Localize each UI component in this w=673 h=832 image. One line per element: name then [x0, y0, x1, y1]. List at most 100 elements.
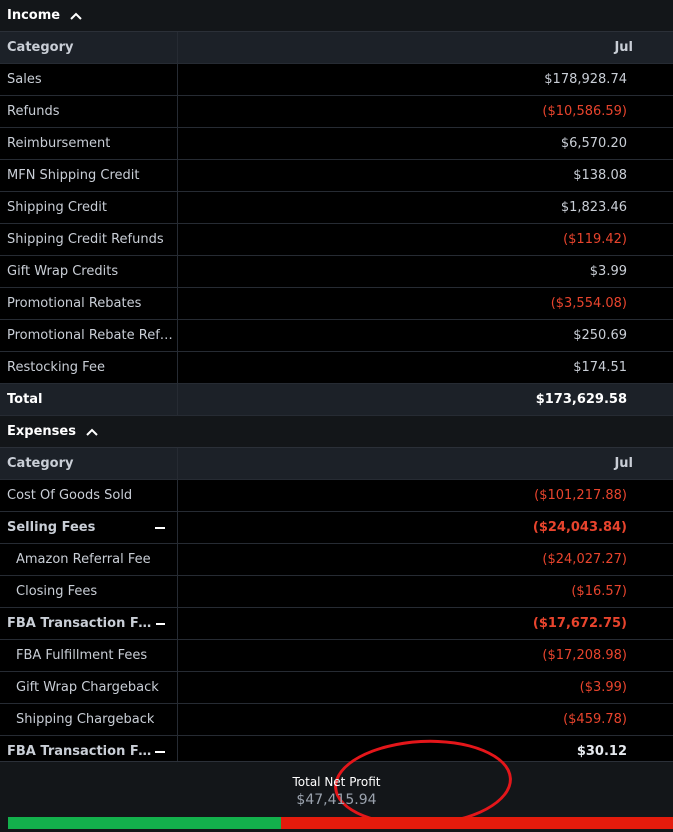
table-row: Promotional Rebate Refu... $250.69 — [0, 320, 673, 352]
amount-cell: ($24,027.27) — [542, 552, 627, 567]
amount-cell: ($119.42) — [563, 232, 627, 247]
table-row: Cost Of Goods Sold ($101,217.88) — [0, 480, 673, 512]
net-profit-label: Total Net Profit — [292, 775, 381, 789]
category-cell: Shipping Credit Refunds — [0, 224, 178, 255]
minus-icon[interactable] — [155, 750, 165, 753]
amount-cell: ($459.78) — [563, 712, 627, 727]
income-rows: Sales $178,928.74 Refunds ($10,586.59) Reimb… — [0, 64, 673, 384]
category-label: Cost Of Goods Sold — [7, 488, 133, 503]
category-label: FBA Transaction Fe... — [7, 744, 156, 759]
minus-icon[interactable] — [155, 622, 165, 625]
income-title: Income — [7, 8, 61, 23]
minus-icon[interactable] — [155, 526, 165, 529]
chevron-up-icon[interactable] — [86, 428, 98, 436]
amount-cell: ($10,586.59) — [542, 104, 627, 119]
category-cell: Gift Wrap Chargeback — [0, 672, 178, 703]
amount-cell: $1,823.46 — [560, 200, 627, 215]
category-label: Shipping Credit Refunds — [7, 232, 164, 247]
category-label: Refunds — [7, 104, 60, 119]
amount-cell: ($24,043.84) — [532, 520, 627, 535]
category-cell: FBA Transaction Fees — [0, 608, 178, 639]
table-row: Shipping Chargeback ($459.78) — [0, 704, 673, 736]
category-cell: Gift Wrap Credits — [0, 256, 178, 287]
table-row: MFN Shipping Credit $138.08 — [0, 160, 673, 192]
amount-cell: ($3,554.08) — [550, 296, 627, 311]
expense-rows: Cost Of Goods Sold ($101,217.88) Selling F… — [0, 480, 673, 768]
category-cell: Shipping Chargeback — [0, 704, 178, 735]
category-cell: Promotional Rebates — [0, 288, 178, 319]
expenses-section-header[interactable]: Expenses — [0, 416, 673, 448]
expenses-table-header: Category Jul — [0, 448, 673, 480]
column-header-jul[interactable]: Jul — [178, 448, 673, 479]
category-label: FBA Fulfillment Fees — [16, 648, 148, 663]
category-label: FBA Transaction Fees — [7, 616, 156, 631]
category-label: Amazon Referral Fee — [16, 552, 151, 567]
table-row: Shipping Credit Refunds ($119.42) — [0, 224, 673, 256]
expenses-title: Expenses — [7, 424, 76, 439]
table-row: Restocking Fee $174.51 — [0, 352, 673, 384]
income-total-label: Total — [0, 384, 178, 415]
category-label: Shipping Credit — [7, 200, 107, 215]
category-label: Selling Fees — [7, 520, 96, 535]
income-section: Income Category Jul Sales $178,928.74 Refu… — [0, 0, 673, 416]
category-cell: FBA Fulfillment Fees — [0, 640, 178, 671]
amount-cell: $178,928.74 — [544, 72, 627, 87]
income-table: Category Jul Sales $178,928.74 Refunds ($10… — [0, 32, 673, 416]
group-row[interactable]: FBA Transaction Fees ($17,672.75) — [0, 608, 673, 640]
category-label: Shipping Chargeback — [16, 712, 155, 727]
category-cell: Cost Of Goods Sold — [0, 480, 178, 511]
table-row: Refunds ($10,586.59) — [0, 96, 673, 128]
category-cell: MFN Shipping Credit — [0, 160, 178, 191]
category-label: MFN Shipping Credit — [7, 168, 140, 183]
category-cell: Promotional Rebate Refu... — [0, 320, 178, 351]
category-cell: Restocking Fee — [0, 352, 178, 383]
table-row: Promotional Rebates ($3,554.08) — [0, 288, 673, 320]
category-label: Promotional Rebate Refu... — [7, 328, 177, 343]
amount-cell: ($3.99) — [579, 680, 627, 695]
profit-bar-income — [8, 817, 281, 829]
net-profit-value: $47,415.94 — [296, 792, 377, 808]
profit-bar — [8, 817, 673, 829]
table-row: Sales $178,928.74 — [0, 64, 673, 96]
category-cell: Refunds — [0, 96, 178, 127]
category-label: Gift Wrap Chargeback — [16, 680, 159, 695]
table-row: Shipping Credit $1,823.46 — [0, 192, 673, 224]
group-row[interactable]: Selling Fees ($24,043.84) — [0, 512, 673, 544]
income-table-header: Category Jul — [0, 32, 673, 64]
expenses-table: Category Jul Cost Of Goods Sold ($101,217… — [0, 448, 673, 768]
amount-cell: $250.69 — [573, 328, 627, 343]
amount-cell: $3.99 — [589, 264, 627, 279]
amount-cell: ($101,217.88) — [534, 488, 627, 503]
category-label: Gift Wrap Credits — [7, 264, 119, 279]
income-total-row: Total $173,629.58 — [0, 384, 673, 416]
amount-cell: $138.08 — [573, 168, 627, 183]
table-row: FBA Fulfillment Fees ($17,208.98) — [0, 640, 673, 672]
column-header-jul[interactable]: Jul — [178, 32, 673, 63]
amount-cell: ($17,208.98) — [542, 648, 627, 663]
category-cell: Amazon Referral Fee — [0, 544, 178, 575]
amount-cell: ($16.57) — [571, 584, 627, 599]
category-label: Promotional Rebates — [7, 296, 142, 311]
category-cell: Reimbursement — [0, 128, 178, 159]
category-cell: Shipping Credit — [0, 192, 178, 223]
category-cell: Selling Fees — [0, 512, 178, 543]
category-label: Reimbursement — [7, 136, 111, 151]
table-row: Gift Wrap Credits $3.99 — [0, 256, 673, 288]
amount-cell: $174.51 — [573, 360, 627, 375]
chevron-up-icon[interactable] — [70, 12, 82, 20]
net-profit-footer: Total Net Profit $47,415.94 — [0, 735, 673, 832]
table-row: Amazon Referral Fee ($24,027.27) — [0, 544, 673, 576]
category-label: Closing Fees — [16, 584, 98, 599]
column-header-category[interactable]: Category — [0, 448, 178, 479]
expenses-section: Expenses Category Jul Cost Of Goods Sold… — [0, 416, 673, 768]
column-header-category[interactable]: Category — [0, 32, 178, 63]
table-row: Gift Wrap Chargeback ($3.99) — [0, 672, 673, 704]
income-section-header[interactable]: Income — [0, 0, 673, 32]
table-row: Reimbursement $6,570.20 — [0, 128, 673, 160]
amount-cell: $6,570.20 — [560, 136, 627, 151]
category-cell: Closing Fees — [0, 576, 178, 607]
income-total-value: $173,629.58 — [535, 392, 627, 407]
category-label: Restocking Fee — [7, 360, 105, 375]
category-label: Sales — [7, 72, 42, 87]
amount-cell: ($17,672.75) — [532, 616, 627, 631]
